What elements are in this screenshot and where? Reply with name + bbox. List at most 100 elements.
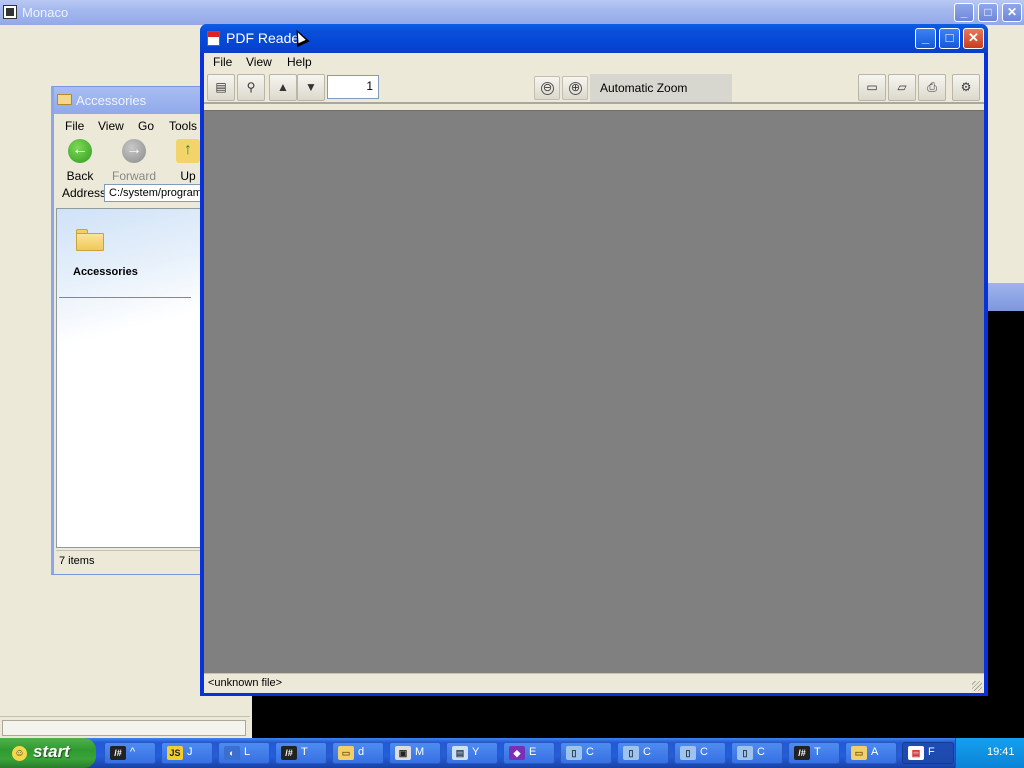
explorer-titlebar[interactable]: Accessories <box>54 87 210 114</box>
page-number-input[interactable]: 1 <box>327 75 379 99</box>
find-button[interactable]: ⚲ <box>237 74 265 101</box>
folder-icon: ▭ <box>338 746 354 760</box>
explorer-file-view[interactable]: Accessories <box>56 208 216 548</box>
taskbar-item-label: M <box>415 746 425 758</box>
pdf-menubar: File View Help <box>204 53 984 72</box>
taskbar-item-label: C <box>700 746 708 758</box>
presentation-mode-button[interactable]: ▭ <box>858 74 886 101</box>
arrow-down-icon: ▼ <box>305 80 317 94</box>
back-label: Back <box>66 169 94 183</box>
minimize-button[interactable]: _ <box>915 28 936 49</box>
pdf-toolbar: ▤ ⚲ ▲ ▼ 1 ⊖ ⊕ Automatic Zoom ▭ ▱ ⎙ ⚙ <box>204 72 984 104</box>
taskbar-item[interactable]: ▯ C <box>731 742 783 764</box>
taskbar-item-label: T <box>301 746 308 758</box>
resize-grip[interactable] <box>972 681 982 691</box>
explorer-menubar: File View Go Tools <box>54 115 210 137</box>
terminal-icon: /# <box>281 746 297 760</box>
forward-button[interactable]: → Forward <box>112 139 157 183</box>
forward-arrow-icon: → <box>122 139 146 163</box>
folder-label[interactable]: Accessories <box>73 266 138 278</box>
presentation-icon: ▭ <box>866 80 878 94</box>
zoom-in-icon: ⊕ <box>569 82 582 95</box>
disk-icon: ▯ <box>680 746 696 760</box>
start-button[interactable]: ☺ start <box>0 738 96 768</box>
taskbar-item[interactable]: /# T <box>788 742 840 764</box>
menu-file[interactable]: File <box>65 119 84 133</box>
taskbar-item-label: Y <box>472 746 480 758</box>
folder-icon <box>57 94 72 105</box>
explorer-statusbar: 7 items <box>56 550 216 572</box>
menu-file[interactable]: File <box>213 55 232 69</box>
minimize-button[interactable]: _ <box>954 3 974 22</box>
taskbar-item-label: C <box>643 746 651 758</box>
menu-go[interactable]: Go <box>138 119 154 133</box>
divider <box>59 297 191 298</box>
globe-icon: ◐ <box>224 746 240 760</box>
taskbar-item-label: E <box>529 746 537 758</box>
system-tray: 19:41 <box>955 738 1024 768</box>
menu-help[interactable]: Help <box>287 55 312 69</box>
next-page-button[interactable]: ▼ <box>297 74 325 101</box>
document-icon: ▤ <box>452 746 468 760</box>
monaco-titlebar[interactable]: Monaco _ □ ✕ <box>0 0 1024 25</box>
close-button[interactable]: ✕ <box>1002 3 1022 22</box>
taskbar-item-label: T <box>814 746 821 758</box>
back-arrow-icon: ← <box>68 139 92 163</box>
taskbar-item-label: F <box>928 746 935 758</box>
taskbar-item[interactable]: /# T <box>275 742 327 764</box>
taskbar-item[interactable]: ▯ C <box>560 742 612 764</box>
folder-open-icon: ▱ <box>897 80 907 94</box>
taskbar-item[interactable]: ▯ C <box>617 742 669 764</box>
taskbar-item-label: A <box>871 746 879 758</box>
taskbar-item-label: d <box>358 746 365 758</box>
disk-icon: ▯ <box>737 746 753 760</box>
print-button[interactable]: ⎙ <box>918 74 946 101</box>
previous-page-button[interactable]: ▲ <box>269 74 297 101</box>
tools-button[interactable]: ⚙ <box>952 74 980 101</box>
maximize-button[interactable]: □ <box>939 28 960 49</box>
pdf-app-icon <box>207 31 220 46</box>
menu-view[interactable]: View <box>246 55 272 69</box>
open-file-button[interactable]: ▱ <box>888 74 916 101</box>
explorer-navbar: ← Back → Forward ↑ Up <box>54 137 210 183</box>
tools-icon: ⚙ <box>960 80 972 94</box>
taskbar-item[interactable]: /# ^ <box>104 742 156 764</box>
zoom-in-button[interactable]: ⊕ <box>562 76 588 100</box>
forward-label: Forward <box>112 169 157 183</box>
pdf-titlebar[interactable]: PDF Reader _ □ ✕ <box>200 24 988 53</box>
menu-view[interactable]: View <box>98 119 124 133</box>
monaco-statusbar <box>0 716 250 738</box>
disk-icon: ▯ <box>566 746 582 760</box>
sidebar-toggle-button[interactable]: ▤ <box>207 74 235 101</box>
taskbar-item[interactable]: ▤ Y <box>446 742 498 764</box>
taskbar-item[interactable]: ▤ F <box>902 742 954 764</box>
clock: 19:41 <box>987 746 1015 758</box>
maximize-button[interactable]: □ <box>978 3 998 22</box>
taskbar-item[interactable]: ▭ A <box>845 742 897 764</box>
zoom-out-button[interactable]: ⊖ <box>534 76 560 100</box>
taskbar: ☺ start /# ^ JS J ◐ L/# T ▭ d ▣ M ▤ Y ◆ E ▯ C ▯ C ▯ C ▯ C/# T ▭ A… <box>0 738 1024 768</box>
taskbar-item[interactable]: ◆ E <box>503 742 555 764</box>
taskbar-item[interactable]: JS J <box>161 742 213 764</box>
terminal-icon: /# <box>794 746 810 760</box>
taskbar-item-label: C <box>757 746 765 758</box>
desktop-area <box>252 695 992 740</box>
pdf-icon: ▤ <box>908 746 924 760</box>
binoculars-icon: ⚲ <box>246 80 256 94</box>
folder-icon[interactable] <box>76 229 104 251</box>
close-button[interactable]: ✕ <box>963 28 984 49</box>
taskbar-item[interactable]: ▯ C <box>674 742 726 764</box>
menu-tools[interactable]: Tools <box>169 119 197 133</box>
back-button[interactable]: ← Back <box>58 139 102 183</box>
start-label: start <box>33 742 70 761</box>
printer-icon: ⎙ <box>927 80 937 94</box>
taskbar-item[interactable]: ▭ d <box>332 742 384 764</box>
start-smiley-icon: ☺ <box>12 746 27 761</box>
zoom-select[interactable]: Automatic Zoom <box>590 74 732 102</box>
document-viewer[interactable] <box>204 110 984 673</box>
taskbar-item[interactable]: ◐ L <box>218 742 270 764</box>
pdf-reader-window: PDF Reader _ □ ✕ File View Help ▤ ⚲ ▲ ▼ … <box>200 24 988 696</box>
taskbar-item[interactable]: ▣ M <box>389 742 441 764</box>
terminal-icon: /# <box>110 746 126 760</box>
js-icon: JS <box>167 746 183 760</box>
